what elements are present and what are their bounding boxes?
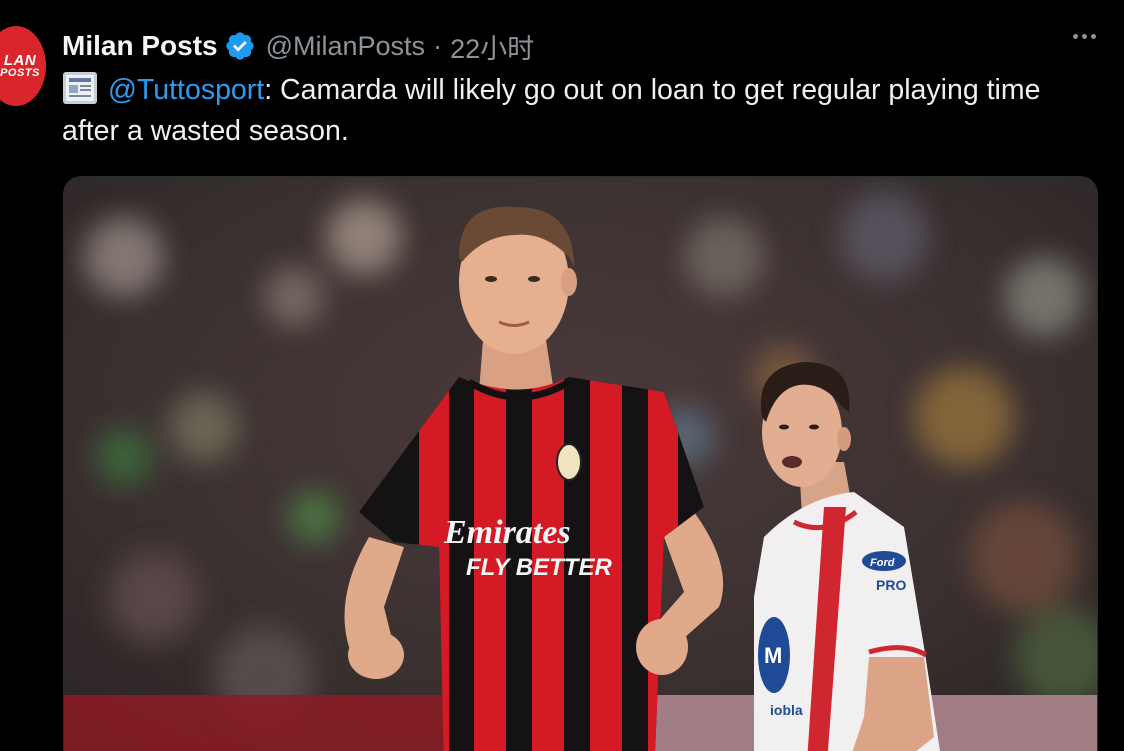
header-separator: · bbox=[433, 30, 443, 61]
more-options-icon[interactable] bbox=[1073, 34, 1096, 39]
display-name[interactable]: Milan Posts bbox=[62, 30, 218, 62]
sponsor-line1: Emirates bbox=[443, 514, 571, 551]
sponsor-line2: FLY BETTER bbox=[466, 554, 612, 581]
verified-badge-icon[interactable] bbox=[224, 30, 256, 62]
opponent-sponsor-bottom: PRO bbox=[876, 577, 906, 593]
opponent-chest-text: iobla bbox=[770, 702, 803, 718]
tweet-timestamp[interactable]: 22小时 bbox=[450, 27, 534, 66]
tweet-header: Milan Posts @MilanPosts · 22小时 bbox=[62, 28, 534, 64]
tweet-photo[interactable]: Emirates FLY BETTER Ford PRO M iobla bbox=[63, 176, 1098, 751]
avatar[interactable]: LAN POSTS bbox=[0, 26, 46, 106]
opponent-chest-logo: M bbox=[764, 643, 782, 668]
newspaper-icon bbox=[62, 71, 98, 105]
avatar-text-bottom: POSTS bbox=[0, 67, 40, 79]
author-handle[interactable]: @MilanPosts bbox=[266, 31, 425, 62]
avatar-text-top: LAN bbox=[3, 52, 37, 69]
tweet-card[interactable]: LAN POSTS Milan Posts @MilanPosts · 22小时 bbox=[0, 0, 1124, 751]
tweet-text: @Tuttosport: Camarda will likely go out … bbox=[62, 70, 1082, 152]
opponent-sponsor-top: Ford bbox=[870, 557, 895, 569]
mention-link[interactable]: @Tuttosport bbox=[108, 74, 264, 106]
